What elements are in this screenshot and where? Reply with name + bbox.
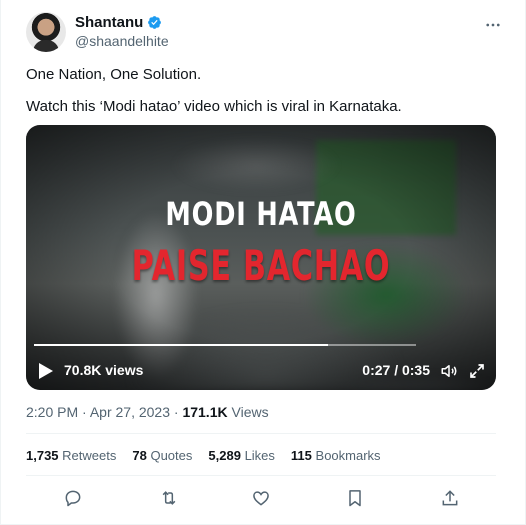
bookmarks-label: Bookmarks (315, 448, 381, 463)
action-bar (26, 485, 496, 511)
video-progress-fill (34, 344, 329, 346)
volume-icon[interactable] (440, 362, 458, 380)
views-count: 171.1K (182, 404, 228, 420)
retweets-count: 1,735 (26, 448, 59, 463)
bookmarks-count: 115 (290, 448, 312, 463)
more-icon[interactable] (484, 16, 502, 34)
likes-count: 5,289 (208, 448, 241, 463)
engagement-stats: 1,735 Retweets 78 Quotes 5,289 Likes 115… (26, 448, 381, 463)
verified-icon (148, 16, 162, 29)
author-handle[interactable]: @shaandelhite (75, 33, 169, 49)
likes-label: Likes (244, 448, 275, 463)
like-icon[interactable] (251, 488, 271, 508)
likes-stat[interactable]: 5,289 Likes (208, 448, 275, 463)
retweets-stat[interactable]: 1,735 Retweets (26, 448, 116, 463)
author-display-name[interactable]: Shantanu (75, 14, 143, 31)
meta-separator: · (82, 404, 87, 420)
bookmark-icon[interactable] (345, 488, 365, 508)
quotes-label: Quotes (150, 448, 193, 463)
bookmarks-stat[interactable]: 115 Bookmarks (291, 448, 381, 463)
tweet-text-line2: Watch this ‘Modi hatao’ video which is v… (26, 98, 402, 115)
divider (26, 475, 496, 476)
share-icon[interactable] (440, 488, 460, 508)
views-label: Views (231, 404, 269, 420)
tweet-meta: 2:20 PM · Apr 27, 2023 · 171.1K Views (26, 404, 269, 420)
reply-icon[interactable] (63, 488, 83, 508)
video-time: 0:27 / 0:35 (362, 362, 430, 378)
video-progress-bar[interactable] (34, 344, 416, 346)
retweet-icon[interactable] (159, 488, 179, 508)
author-name-row: Shantanu (75, 14, 162, 31)
avatar[interactable] (26, 12, 66, 52)
play-icon[interactable] (38, 362, 54, 380)
tweet-text-line1: One Nation, One Solution. (26, 66, 202, 83)
video-player[interactable]: MODI HATAO PAISE BACHAO 70.8K views 0:27… (26, 125, 496, 390)
tweet-time[interactable]: 2:20 PM (26, 404, 78, 420)
retweets-label: Retweets (62, 448, 117, 463)
tweet-date[interactable]: Apr 27, 2023 (90, 404, 170, 420)
meta-separator: · (173, 404, 179, 420)
fullscreen-icon[interactable] (468, 362, 486, 380)
quotes-stat[interactable]: 78 Quotes (132, 448, 192, 463)
tweet-card: Shantanu @shaandelhite One Nation, One S… (0, 0, 526, 525)
divider (26, 433, 496, 434)
video-views: 70.8K views (64, 362, 144, 378)
video-headline-top: MODI HATAO (165, 195, 357, 233)
quotes-count: 78 (132, 448, 147, 463)
video-headline-bottom: PAISE BACHAO (131, 241, 391, 290)
